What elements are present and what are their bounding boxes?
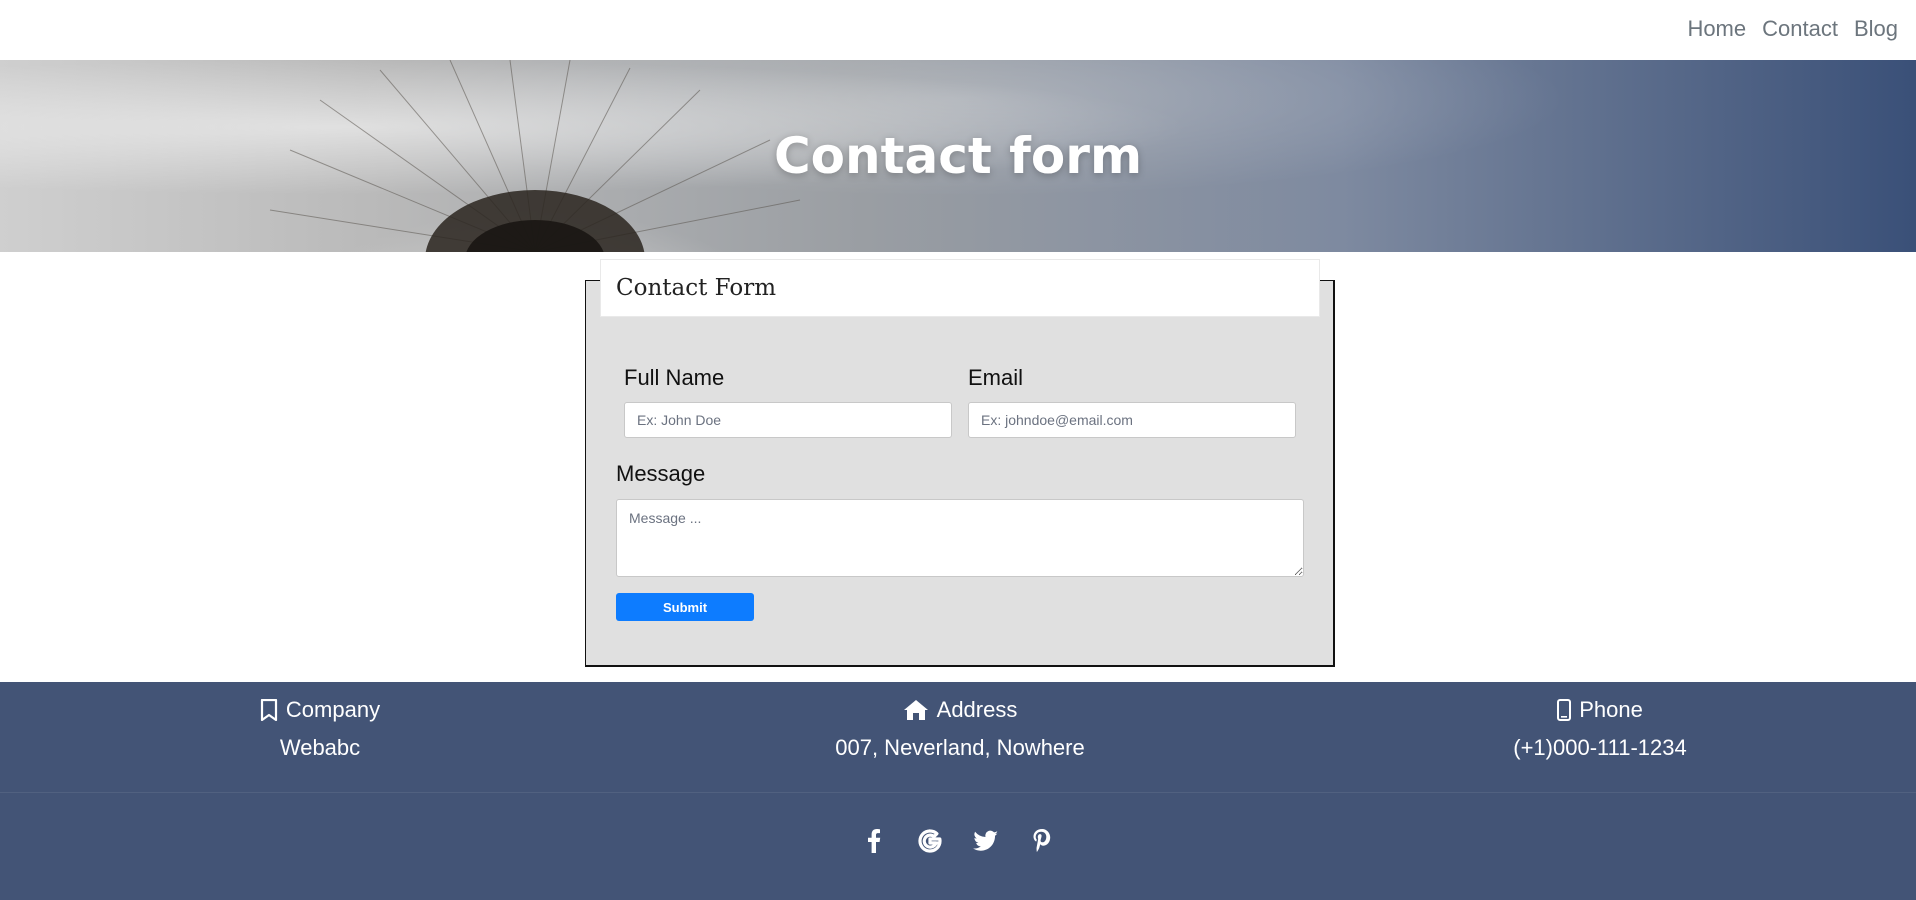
footer: Company Webabc Address 007, Neverland, N…	[0, 682, 1916, 900]
footer-company-title: Company	[260, 696, 380, 724]
footer-company: Company Webabc	[110, 696, 530, 762]
facebook-icon[interactable]	[861, 828, 887, 854]
twitter-icon[interactable]	[973, 828, 999, 854]
submit-button[interactable]: Submit	[616, 593, 754, 621]
top-navbar: Home Contact Blog	[0, 0, 1916, 60]
footer-company-label: Company	[285, 697, 381, 722]
message-textarea[interactable]	[616, 499, 1304, 577]
footer-phone: Phone (+1)000-111-1234	[1390, 696, 1810, 762]
nav-home-link[interactable]: Home	[1687, 16, 1746, 42]
pinterest-icon[interactable]	[1029, 828, 1055, 854]
bookmark-icon	[260, 699, 278, 721]
full-name-input[interactable]	[624, 402, 952, 438]
footer-phone-label: Phone	[1579, 697, 1643, 722]
nav-contact-link[interactable]: Contact	[1762, 16, 1838, 42]
hero-title: Contact form	[773, 127, 1143, 185]
footer-company-value: Webabc	[279, 735, 361, 760]
footer-address-title: Address	[903, 696, 1018, 724]
home-icon	[903, 700, 928, 720]
message-label: Message	[616, 461, 706, 486]
footer-phone-value: (+1)000-111-1234	[1513, 735, 1687, 760]
email-label: Email	[968, 365, 1024, 390]
full-name-label: Full Name	[624, 365, 725, 390]
google-icon[interactable]	[917, 828, 943, 854]
email-input[interactable]	[968, 402, 1296, 438]
phone-icon	[1557, 699, 1572, 721]
footer-divider	[0, 792, 1916, 793]
main-nav: Home Contact Blog	[1687, 16, 1898, 42]
footer-address: Address 007, Neverland, Nowhere	[750, 696, 1170, 762]
contact-form-header: Contact Form	[600, 259, 1320, 317]
footer-address-value: 007, Neverland, Nowhere	[835, 735, 1085, 760]
footer-phone-title: Phone	[1557, 696, 1643, 724]
social-links	[0, 828, 1916, 858]
footer-address-label: Address	[936, 697, 1018, 722]
nav-blog-link[interactable]: Blog	[1854, 16, 1898, 42]
